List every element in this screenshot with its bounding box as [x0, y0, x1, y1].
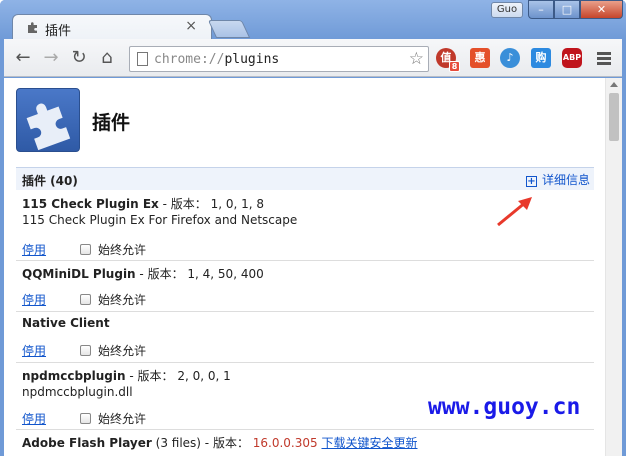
page-title: 插件 — [92, 112, 131, 134]
page-icon — [137, 52, 148, 66]
section-title: 插件 (40) — [22, 174, 78, 188]
plugin-row: Adobe Flash Player (3 files) - 版本： 16.0.… — [16, 430, 594, 456]
ext-shopping-icon[interactable]: 购 — [531, 48, 551, 68]
scroll-up-icon[interactable] — [610, 82, 618, 87]
ext-huiyuan-icon[interactable]: 惠 — [470, 48, 490, 68]
scroll-thumb[interactable] — [609, 93, 619, 141]
disable-link[interactable]: 停用 — [22, 410, 46, 427]
plugin-row: 115 Check Plugin Ex - 版本： 1, 0, 1, 8 115… — [16, 191, 594, 261]
plugin-row: QQMiniDL Plugin - 版本： 1, 4, 50, 400 停用 始… — [16, 261, 594, 312]
user-profile-button[interactable]: Guo — [491, 2, 523, 18]
url-text: chrome://plugins — [154, 52, 280, 67]
reload-icon[interactable]: ↻ — [68, 48, 90, 70]
tab-close-icon[interactable]: × — [185, 18, 197, 34]
watermark-text: www.guoy.cn — [428, 394, 581, 420]
maximize-button[interactable]: □ — [554, 0, 580, 19]
always-allow-checkbox[interactable]: 始终允许 — [80, 241, 146, 258]
plugin-name: Native Client — [22, 316, 110, 330]
plugin-description: 115 Check Plugin Ex For Firefox and Nets… — [22, 213, 298, 227]
always-allow-checkbox[interactable]: 始终允许 — [80, 410, 146, 427]
home-icon[interactable]: ⌂ — [96, 48, 118, 70]
disable-link[interactable]: 停用 — [22, 342, 46, 359]
plugin-name: npdmccbplugin - 版本： 2, 0, 0, 1 — [22, 369, 231, 383]
security-update-link[interactable]: 下载关键安全更新 — [321, 436, 417, 450]
scrollbar[interactable] — [605, 78, 622, 456]
always-allow-checkbox[interactable]: 始终允许 — [80, 342, 146, 359]
tab-title: 插件 — [45, 24, 72, 39]
plugin-name: QQMiniDL Plugin - 版本： 1, 4, 50, 400 — [22, 267, 264, 281]
toolbar: ← → ↻ ⌂ chrome://plugins ☆ 值8 惠 ♪ 购 ABP — [4, 39, 622, 77]
puzzle-icon — [28, 22, 37, 33]
disable-link[interactable]: 停用 — [22, 241, 46, 258]
ext-bird-icon[interactable]: ♪ — [500, 48, 520, 68]
minimize-button[interactable]: – — [528, 0, 554, 19]
plugin-description: npdmccbplugin.dll — [22, 385, 133, 399]
always-allow-checkbox[interactable]: 始终允许 — [80, 291, 146, 308]
section-header: 插件 (40) + 详细信息 — [16, 167, 594, 190]
plugin-logo-icon — [16, 88, 80, 152]
back-icon[interactable]: ← — [12, 48, 34, 70]
plugin-name: Adobe Flash Player (3 files) - 版本： 16.0.… — [22, 436, 418, 450]
ext-taobao-icon[interactable]: 值8 — [436, 48, 460, 72]
plus-icon: + — [525, 176, 537, 187]
plugin-row: Native Client 停用 始终允许 — [16, 312, 594, 363]
ext-badge: 8 — [449, 61, 460, 72]
plugin-name: 115 Check Plugin Ex - 版本： 1, 0, 1, 8 — [22, 197, 265, 211]
bookmark-star-icon[interactable]: ☆ — [409, 49, 424, 69]
page-content: 插件 插件 (40) + 详细信息 115 Check Plugin Ex - 版… — [4, 78, 622, 456]
ext-adblock-icon[interactable]: ABP — [562, 48, 582, 68]
address-bar[interactable]: chrome://plugins ☆ — [129, 46, 429, 72]
menu-icon[interactable] — [597, 52, 611, 67]
plugin-version: 16.0.0.305 — [252, 436, 318, 450]
tab-plugins[interactable]: 插件 × — [12, 14, 212, 40]
disable-link[interactable]: 停用 — [22, 291, 46, 308]
close-window-button[interactable]: ✕ — [580, 0, 623, 19]
forward-icon[interactable]: → — [40, 48, 62, 70]
details-toggle[interactable]: + 详细信息 — [525, 171, 590, 188]
